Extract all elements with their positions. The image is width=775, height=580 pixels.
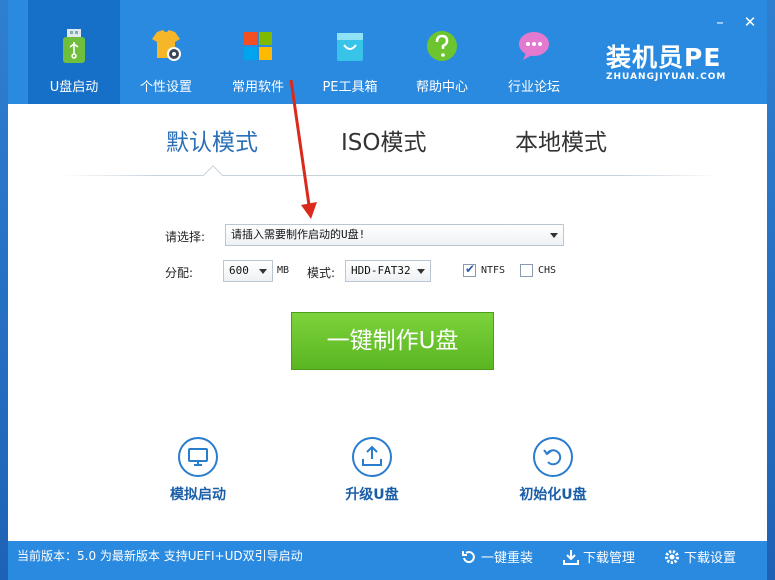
- tab-label: 帮助中心: [415, 80, 468, 95]
- chevron-down-icon: [259, 269, 267, 274]
- brand-logo: 装机员PE ZHUANGJIYUAN.COM: [606, 43, 756, 83]
- alloc-size-select[interactable]: 600: [223, 260, 273, 282]
- alloc-label: 分配:: [165, 266, 194, 280]
- brand-name: 装机员PE: [606, 43, 722, 72]
- upload-tray-icon: [352, 437, 392, 477]
- upgrade-usb-button[interactable]: 升级U盘: [317, 437, 427, 504]
- checkmark-icon: ✔: [465, 262, 476, 276]
- download-settings-button[interactable]: 下载设置: [664, 547, 736, 566]
- download-manager-label: 下载管理: [583, 551, 636, 566]
- desktop-background-left: [0, 0, 8, 580]
- gear-icon: [665, 550, 679, 564]
- upgrade-usb-label: 升级U盘: [345, 487, 399, 503]
- tab-local-mode[interactable]: 本地模式: [515, 123, 607, 157]
- header-bar: U盘启动 个性设置 常用软件 PE工具箱 帮助中心 行业论坛 装机员PE ZHU…: [8, 0, 767, 104]
- download-manager-button[interactable]: 下载管理: [563, 547, 635, 566]
- tab-default-mode[interactable]: 默认模式: [166, 123, 258, 157]
- bag-icon: [337, 33, 363, 61]
- desktop-background-right: [767, 0, 775, 580]
- tab-label: 行业论坛: [507, 80, 560, 95]
- simulate-boot-button[interactable]: 模拟启动: [143, 437, 253, 504]
- app-window: U盘启动 个性设置 常用软件 PE工具箱 帮助中心 行业论坛 装机员PE ZHU…: [8, 0, 767, 580]
- tshirt-gear-icon: [152, 30, 181, 61]
- select-label: 请选择:: [165, 230, 206, 244]
- close-button[interactable]: ✕: [740, 12, 760, 32]
- windows-tiles-icon: [244, 32, 272, 60]
- refresh-icon: [533, 437, 573, 477]
- one-click-reinstall-button[interactable]: 一键重装: [461, 547, 533, 566]
- chevron-down-icon: [550, 233, 558, 238]
- tab-usb-boot[interactable]: U盘启动: [28, 0, 120, 104]
- help-icon: [427, 31, 457, 61]
- tab-common-software[interactable]: 常用软件: [212, 0, 304, 104]
- mode-label: 模式:: [307, 266, 336, 280]
- tab-personalize[interactable]: 个性设置: [120, 0, 212, 104]
- tab-help-center[interactable]: 帮助中心: [396, 0, 488, 104]
- tab-pe-toolbox[interactable]: PE工具箱: [304, 0, 396, 104]
- usb-drive-icon: [63, 29, 85, 63]
- tab-label: 个性设置: [139, 80, 192, 95]
- status-bar: 当前版本：5.0 为最新版本 支持UEFI+UD双引导启动 一键重装 下载管理 …: [8, 541, 767, 580]
- chs-label: CHS: [538, 265, 557, 276]
- make-usb-button[interactable]: 一键制作U盘: [291, 312, 494, 370]
- monitor-icon: [178, 437, 218, 477]
- brand-domain: ZHUANGJIYUAN.COM: [606, 72, 727, 82]
- tab-label: PE工具箱: [322, 80, 378, 95]
- init-usb-label: 初始化U盘: [519, 487, 587, 503]
- tab-forum[interactable]: 行业论坛: [488, 0, 580, 104]
- usb-drive-select[interactable]: 请插入需要制作启动的U盘!: [225, 224, 564, 246]
- simulate-boot-label: 模拟启动: [170, 487, 226, 503]
- chevron-down-icon: [417, 269, 425, 274]
- partition-mode-select[interactable]: HDD-FAT32: [345, 260, 431, 282]
- alloc-unit: MB: [277, 265, 290, 276]
- tab-label: 常用软件: [231, 80, 284, 95]
- chs-checkbox[interactable]: [520, 264, 533, 277]
- chat-bubble-icon: [519, 32, 549, 60]
- download-icon: [563, 550, 579, 565]
- download-settings-label: 下载设置: [684, 551, 737, 566]
- partition-mode-value: HDD-FAT32: [351, 264, 411, 277]
- active-mode-caret: [203, 165, 223, 185]
- usb-drive-select-value: 请插入需要制作启动的U盘!: [231, 228, 366, 241]
- alloc-size-value: 600: [229, 264, 249, 277]
- tab-label: U盘启动: [49, 80, 99, 95]
- init-usb-button[interactable]: 初始化U盘: [498, 437, 608, 504]
- tab-iso-mode[interactable]: ISO模式: [341, 123, 427, 157]
- version-info: 当前版本：5.0 为最新版本 支持UEFI+UD双引导启动: [17, 549, 303, 563]
- refresh-icon: [462, 551, 475, 564]
- one-click-reinstall-label: 一键重装: [481, 551, 534, 566]
- ntfs-checkbox[interactable]: ✔: [463, 262, 476, 277]
- ntfs-label: NTFS: [481, 265, 506, 276]
- minimize-button[interactable]: –: [710, 12, 730, 32]
- mode-divider: [60, 175, 720, 176]
